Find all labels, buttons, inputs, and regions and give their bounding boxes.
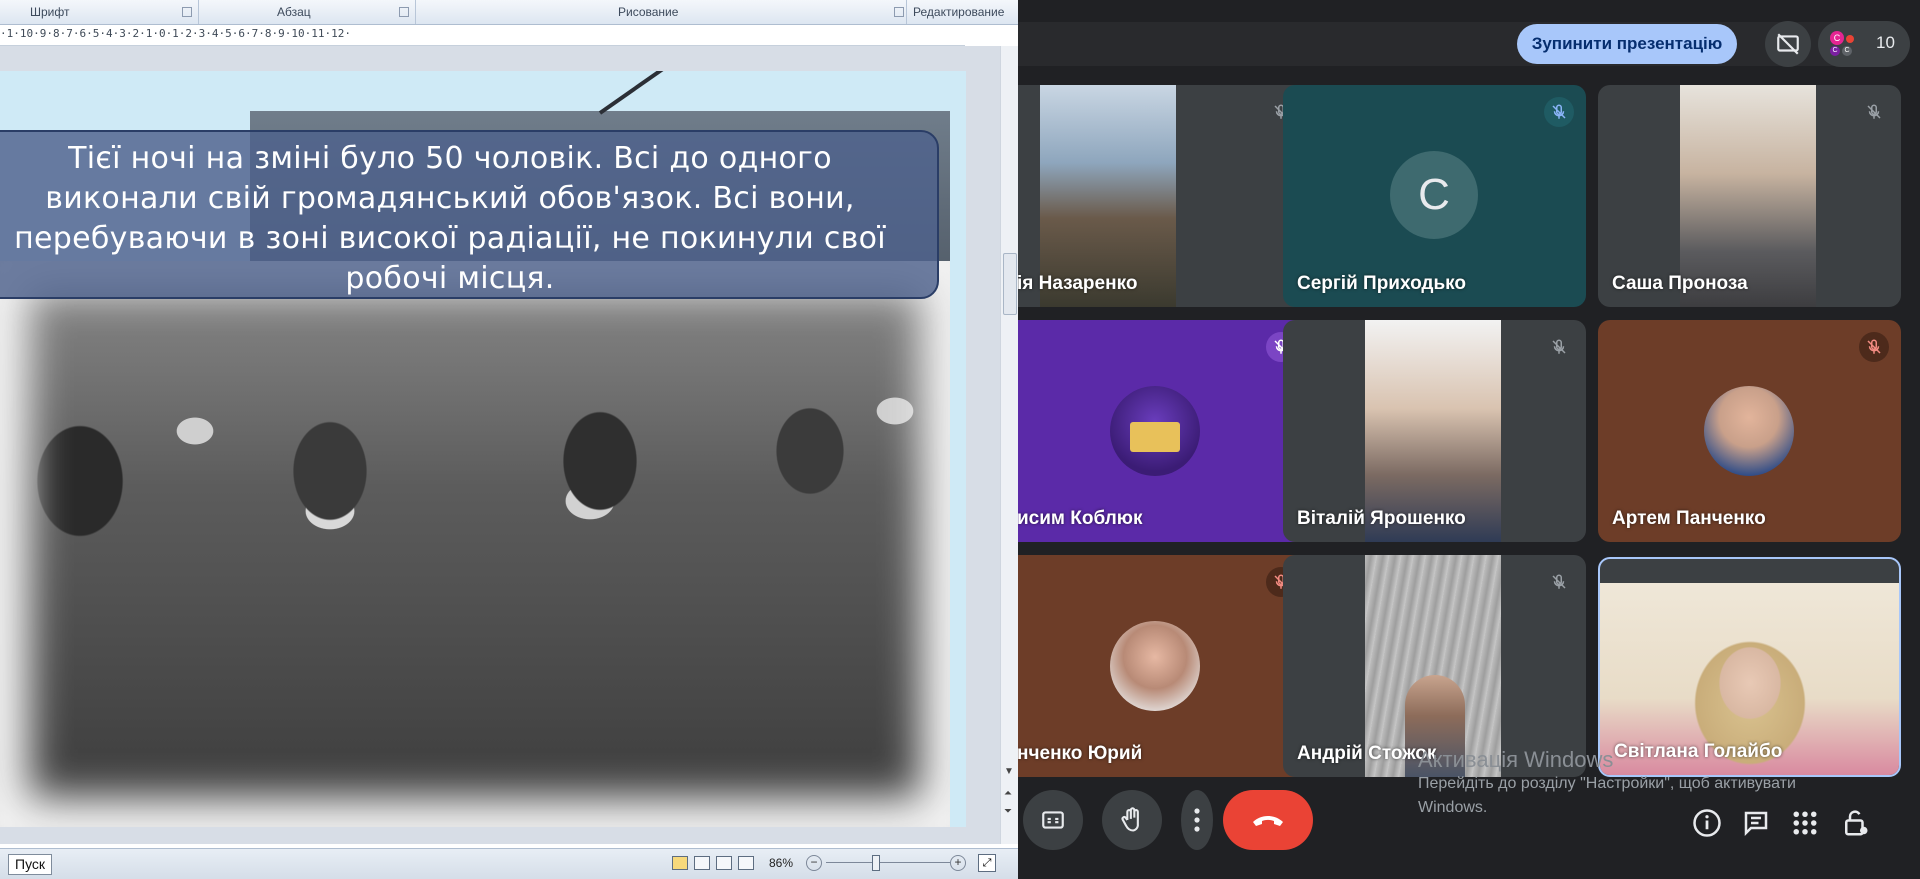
more-options-button[interactable] xyxy=(1181,790,1213,850)
next-slide-icon[interactable]: ⏷ xyxy=(1004,806,1012,817)
previous-slide-icon[interactable]: ⏶ xyxy=(1004,788,1012,799)
slideshow-icon[interactable] xyxy=(738,856,754,870)
participant-name: Сергій Приходько xyxy=(1297,273,1467,294)
ribbon-group-paragraph-label: Абзац xyxy=(277,5,311,19)
ribbon-group-drawing-label: Рисование xyxy=(618,5,679,19)
participant-name: Саша Проноза xyxy=(1612,273,1748,294)
slide-sorter-icon[interactable] xyxy=(694,856,710,870)
slide-caption[interactable]: Тієї ночі на зміні було 50 чоловік. Всі … xyxy=(0,139,900,299)
mic-status xyxy=(1859,332,1889,362)
avatar-building-shape xyxy=(1130,422,1180,452)
participant-avatar-image xyxy=(1110,386,1200,476)
mic-off-icon xyxy=(1867,104,1881,119)
powerpoint-window: Шрифт Абзац Рисование Редактирование ·1·… xyxy=(0,0,1018,879)
people-button[interactable]: С С С 10 xyxy=(1818,21,1910,67)
crane-shape xyxy=(598,71,798,115)
horizontal-ruler: ·1·10·9·8·7·6·5·4·3·2·1·0·1·2·3·4·5·6·7·… xyxy=(0,25,965,46)
participant-tile[interactable]: Артем Панченко xyxy=(1598,320,1901,542)
slide-photo-workers xyxy=(0,261,950,827)
avatar: С xyxy=(1830,31,1844,45)
ribbon-group-drawing: Рисование xyxy=(416,0,907,24)
people-count: 10 xyxy=(1876,33,1895,52)
avatar: С xyxy=(1842,46,1852,56)
participant-initial-avatar: С xyxy=(1390,151,1478,239)
end-call-button[interactable] xyxy=(1223,790,1313,850)
zoom-level[interactable]: 86% xyxy=(769,856,793,870)
participant-tile[interactable]: исим Коблюк xyxy=(1018,320,1308,542)
captions-icon xyxy=(1042,811,1064,829)
participant-tile[interactable]: С Сергій Приходько xyxy=(1283,85,1586,307)
ribbon-group-paragraph: Абзац xyxy=(199,0,416,24)
present-off-button[interactable] xyxy=(1765,21,1811,67)
vertical-scrollbar[interactable]: ▼ ⏶ ⏷ xyxy=(1000,46,1018,844)
participant-tile[interactable]: Андрій Стожок xyxy=(1283,555,1586,777)
presentation-bar xyxy=(1018,22,1880,66)
normal-view-icon[interactable] xyxy=(672,856,688,870)
mic-off-icon xyxy=(1552,104,1566,119)
ruler-numbers: ·1·10·9·8·7·6·5·4·3·2·1·0·1·2·3·4·5·6·7·… xyxy=(0,27,351,40)
mic-status xyxy=(1859,97,1889,127)
ribbon-group-labels: Шрифт Абзац Рисование Редактирование xyxy=(0,0,1018,25)
more-options-icon xyxy=(1194,808,1200,832)
participant-tile-speaking[interactable]: Світлана Голайбо xyxy=(1598,557,1901,777)
paragraph-dialog-launcher-icon[interactable] xyxy=(399,7,409,17)
slide-canvas: Тієї ночі на зміні було 50 чоловік. Всі … xyxy=(0,46,1000,844)
participant-tile[interactable]: Саша Проноза xyxy=(1598,85,1901,307)
status-bar: Пуск 86% − + ⤢ xyxy=(0,848,1018,879)
ribbon-group-editing: Редактирование xyxy=(907,0,1018,24)
activities-icon[interactable] xyxy=(1790,808,1820,838)
meet-window: Зупинити презентацію С С С 10 ія Назарен… xyxy=(1018,0,1920,879)
mic-status xyxy=(1544,97,1574,127)
raise-hand-button[interactable] xyxy=(1102,790,1162,850)
call-controls xyxy=(1018,790,1920,858)
zoom-slider-track[interactable] xyxy=(826,862,950,863)
fit-to-window-icon[interactable]: ⤢ xyxy=(978,854,996,872)
meet-top-strip xyxy=(1018,0,1920,18)
ribbon-group-font: Шрифт xyxy=(0,0,199,24)
font-dialog-launcher-icon[interactable] xyxy=(182,7,192,17)
present-off-icon xyxy=(1777,33,1799,55)
participant-name: нченко Юрий xyxy=(1018,743,1143,764)
mic-off-icon xyxy=(1867,339,1881,354)
participant-name: Віталій Ярошенко xyxy=(1297,508,1466,529)
stop-presentation-button[interactable]: Зупинити презентацію xyxy=(1517,24,1737,64)
end-call-icon xyxy=(1253,816,1283,826)
participant-avatar-image xyxy=(1110,621,1200,711)
raise-hand-icon xyxy=(1121,807,1139,832)
info-icon[interactable] xyxy=(1692,808,1722,838)
host-controls-icon[interactable] xyxy=(1840,808,1870,838)
participant-name: Артем Панченко xyxy=(1612,508,1766,529)
drawing-dialog-launcher-icon[interactable] xyxy=(894,7,904,17)
mic-off-icon xyxy=(1552,574,1566,589)
participant-avatar-image xyxy=(1704,386,1794,476)
scroll-thumb[interactable] xyxy=(1003,253,1017,315)
captions-button[interactable] xyxy=(1023,790,1083,850)
people-avatars: С С С xyxy=(1830,31,1862,59)
mic-status xyxy=(1544,332,1574,362)
start-button[interactable]: Пуск xyxy=(8,854,53,875)
zoom-out-button[interactable]: − xyxy=(806,855,822,871)
ribbon-group-editing-label: Редактирование xyxy=(913,5,1005,19)
participant-tile[interactable]: ія Назаренко xyxy=(1018,85,1308,307)
activation-title: Активація Windows xyxy=(1418,747,1614,772)
slide[interactable]: Тієї ночі на зміні було 50 чоловік. Всі … xyxy=(0,71,966,827)
zoom-in-button[interactable]: + xyxy=(950,855,966,871)
avatar-dot xyxy=(1846,35,1854,43)
chat-icon[interactable] xyxy=(1741,808,1771,838)
participant-name: исим Коблюк xyxy=(1018,508,1143,529)
mic-status xyxy=(1544,567,1574,597)
reading-view-icon[interactable] xyxy=(716,856,732,870)
ribbon-group-font-label: Шрифт xyxy=(30,5,70,19)
zoom-slider-thumb[interactable] xyxy=(872,855,880,871)
participant-name: ія Назаренко xyxy=(1018,273,1138,294)
participant-name: Андрій Стожок xyxy=(1297,743,1437,764)
mic-off-icon xyxy=(1552,339,1566,354)
avatar: С xyxy=(1830,46,1840,56)
scroll-down-icon[interactable]: ▼ xyxy=(1004,766,1014,777)
participant-tile[interactable]: Віталій Ярошенко xyxy=(1283,320,1586,542)
participant-tile[interactable]: нченко Юрий xyxy=(1018,555,1308,777)
